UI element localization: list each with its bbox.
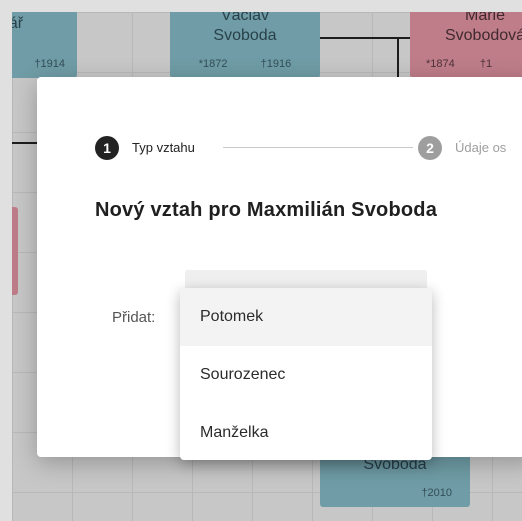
dialog-title: Nový vztah pro Maxmilián Svoboda bbox=[95, 199, 438, 221]
step-1-label: Typ vztahu bbox=[132, 140, 195, 155]
step-connector bbox=[223, 147, 413, 148]
menu-item-potomek[interactable]: Potomek bbox=[180, 288, 432, 346]
step-2-label: Údaje os bbox=[455, 140, 507, 155]
relation-type-dropdown: Potomek Sourozenec Manželka bbox=[180, 288, 432, 460]
add-label: Přidat: bbox=[112, 309, 156, 326]
menu-item-manzelka[interactable]: Manželka bbox=[180, 404, 432, 462]
menu-item-sourozenec[interactable]: Sourozenec bbox=[180, 346, 432, 404]
stepper: 1 Typ vztahu 2 Údaje os bbox=[95, 135, 522, 161]
step-1-number: 1 bbox=[95, 136, 119, 160]
step-2-number: 2 bbox=[418, 136, 442, 160]
